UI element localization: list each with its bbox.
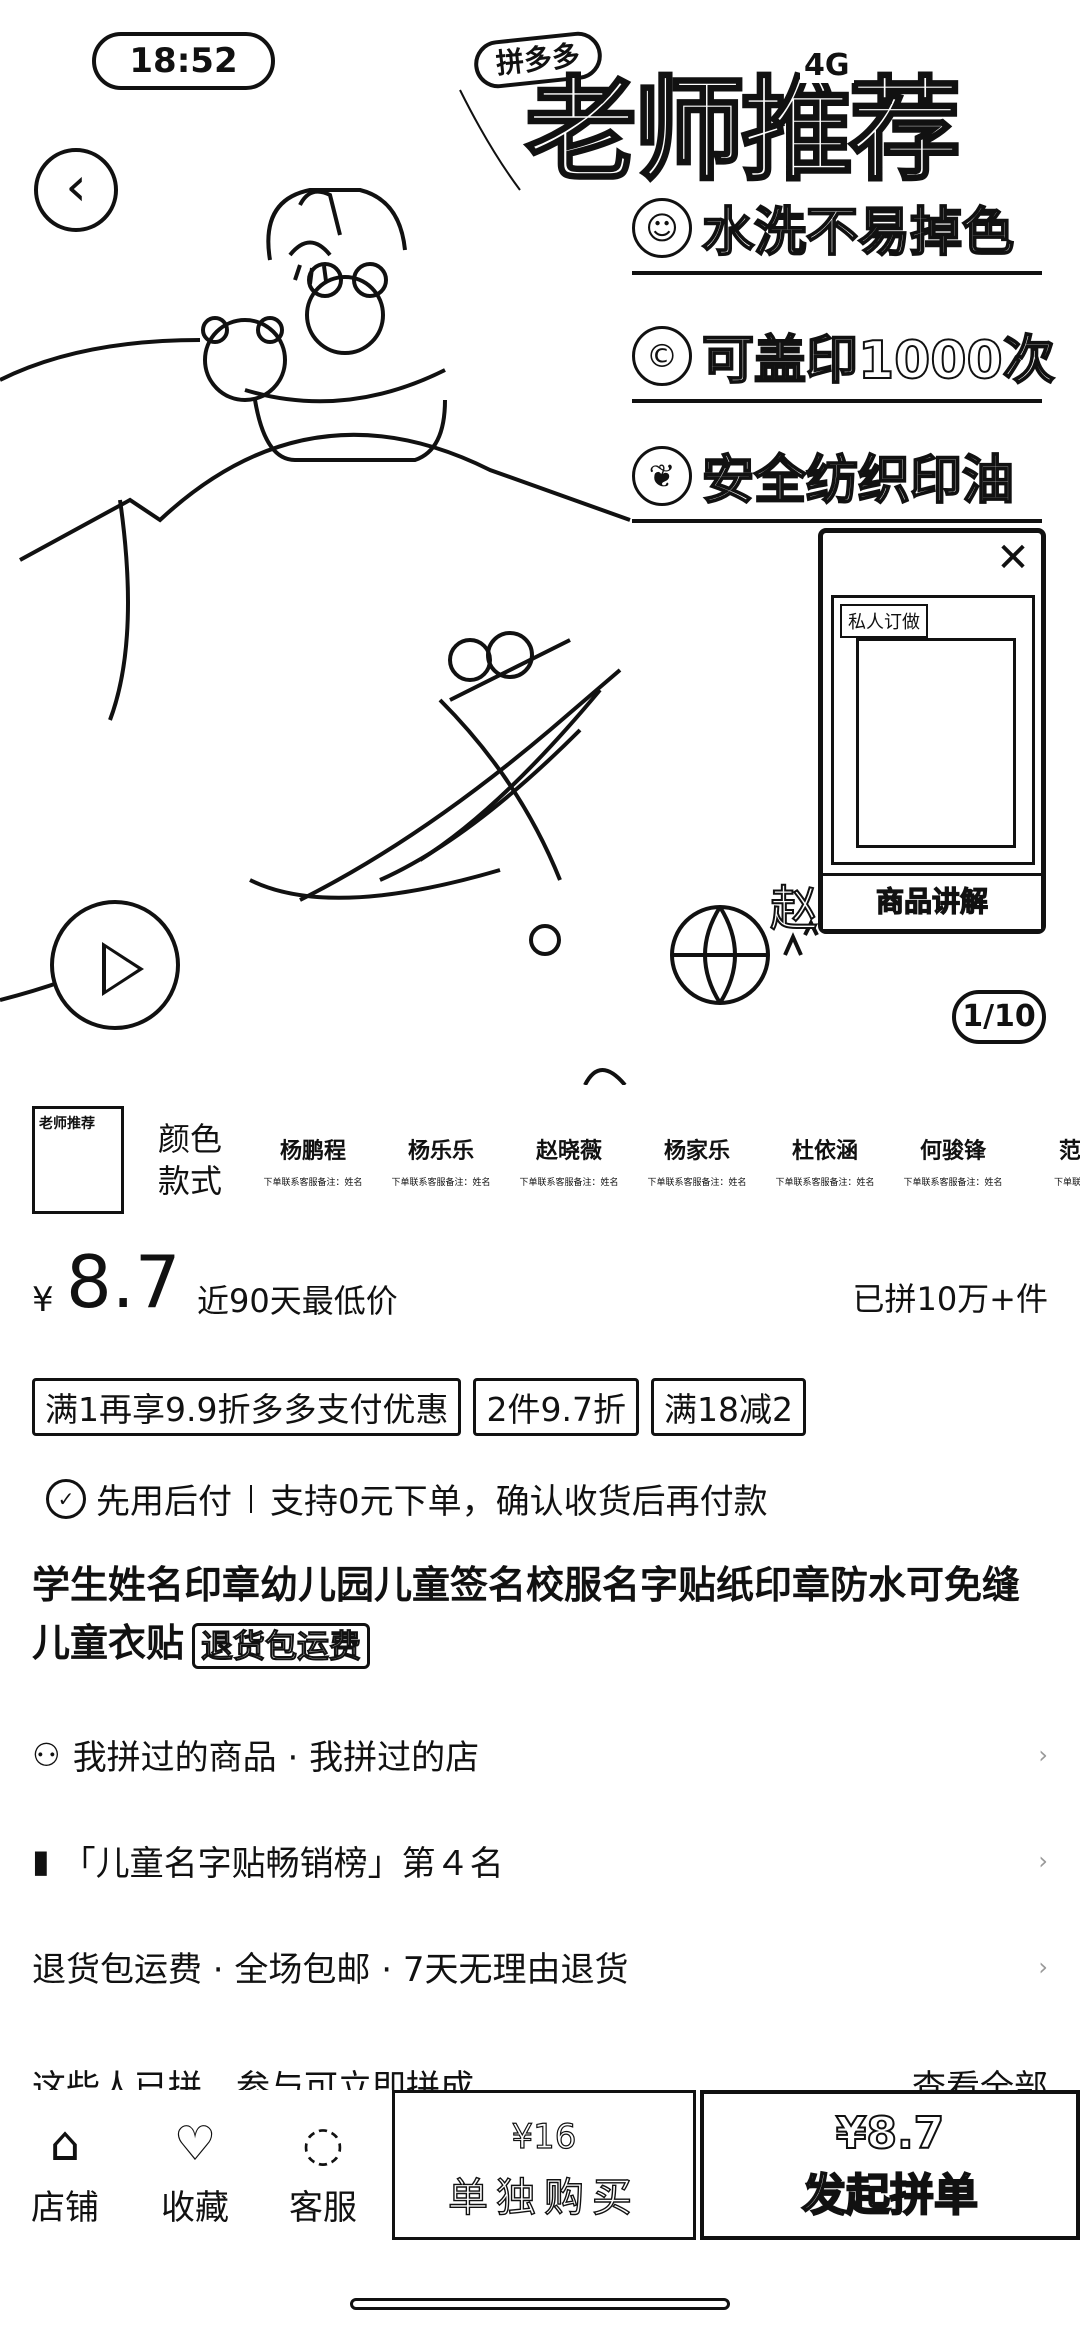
promo-tag[interactable]: 满1再享9.9折多多支付优惠 <box>32 1378 462 1436</box>
bottom-action-bar: ⌂ 店铺 ♡ 收藏 ◌ 客服 ¥16 单独购买 ¥8.7 发起拼单 <box>0 2090 1080 2250</box>
product-explain-label[interactable]: 商品讲解 <box>823 873 1041 929</box>
chevron-right-icon: › <box>1038 1846 1048 1875</box>
favorite-button[interactable]: ♡ 收藏 <box>150 2114 240 2229</box>
price-value: 8.7 <box>66 1240 181 1324</box>
rank-icon: ▮ <box>32 1841 50 1880</box>
close-icon[interactable]: ✕ <box>993 538 1033 579</box>
service-label: 客服 <box>289 2188 357 2228</box>
sku-option-sub: 下单联系客服 <box>1053 1177 1080 1188</box>
customer-service-button[interactable]: ◌ 客服 <box>278 2114 368 2229</box>
sku-label-color: 颜色 <box>158 1120 223 1158</box>
floating-video-window[interactable]: ✕ 私人订做 商品讲解 <box>818 528 1046 934</box>
product-title: 学生姓名印章幼儿园儿童签名校服名字贴纸印章防水可免缝儿童衣贴 退货包运费 <box>32 1556 1052 1672</box>
sku-option-name: 何骏锋 <box>919 1138 986 1164</box>
info-row-text: 退货包运费 · 全场包邮 · 7天无理由退货 <box>32 1950 629 1990</box>
image-page-indicator: 1/10 <box>952 990 1046 1044</box>
divider <box>250 1484 252 1513</box>
home-indicator[interactable] <box>350 2298 730 2310</box>
promo-tag[interactable]: 2件9.7折 <box>473 1378 639 1436</box>
pay-later-label: 先用后付 <box>96 1482 232 1522</box>
status-time: 18:52 <box>92 32 275 90</box>
sku-option-sub: 下单联系客服备注：姓名 <box>519 1177 619 1188</box>
feature-text: 水洗不易掉色 <box>701 202 1015 264</box>
sku-label-style: 款式 <box>158 1162 223 1200</box>
sku-option[interactable]: 何骏锋下单联系客服备注：姓名 <box>898 1133 1008 1188</box>
sku-option-name: 杜依涵 <box>791 1138 858 1164</box>
feature-row: ☺ 水洗不易掉色 <box>632 190 1042 275</box>
sku-option-name: 杨家乐 <box>663 1138 730 1164</box>
chevron-left-icon: ‹ <box>65 155 87 218</box>
sku-option-sub: 下单联系客服备注：姓名 <box>647 1177 747 1188</box>
sku-option-name: 杨鹏程 <box>279 1138 346 1164</box>
ranking-row[interactable]: ▮ 「儿童名字贴畅销榜」第４名 › <box>32 1836 1048 1885</box>
start-group-buy-button[interactable]: ¥8.7 发起拼单 <box>700 2090 1080 2240</box>
sku-option-name: 赵晓薇 <box>535 1138 602 1164</box>
play-icon <box>102 942 144 996</box>
feature-row: © 可盖印1000次 <box>632 318 1056 403</box>
price-row: ¥ 8.7 近90天最低价 已拼10万+件 <box>32 1240 1048 1330</box>
my-purchases-row[interactable]: ⚇ 我拼过的商品 · 我拼过的店 › <box>32 1730 1048 1779</box>
stamp-count-icon: © <box>632 325 692 386</box>
sku-option[interactable]: 杜依涵下单联系客服备注：姓名 <box>770 1133 880 1188</box>
chevron-right-icon: › <box>1038 1740 1048 1769</box>
group-label: 发起拼单 <box>801 2169 979 2222</box>
pay-later-icon: ✓ <box>46 1478 86 1519</box>
sku-thumb-text: 老师推荐 <box>39 1116 95 1132</box>
product-image-gallery[interactable]: 赵 18:52 拼多多 老师推荐 4G ‹ ☺ 水洗不易掉色 © 可盖印1000… <box>0 0 1080 1085</box>
pay-later-desc: 支持0元下单，确认收货后再付款 <box>270 1482 768 1522</box>
leaf-icon: ❦ <box>632 445 692 506</box>
sku-option-name: 杨乐乐 <box>407 1138 474 1164</box>
buy-alone-button[interactable]: ¥16 单独购买 <box>392 2090 696 2240</box>
shop-button[interactable]: ⌂ 店铺 <box>20 2114 110 2229</box>
sku-options: 杨鹏程下单联系客服备注：姓名 杨乐乐下单联系客服备注：姓名 赵晓薇下单联系客服备… <box>258 1133 1080 1188</box>
info-row-text: 我拼过的商品 · 我拼过的店 <box>72 1738 480 1778</box>
favorite-label: 收藏 <box>161 2188 229 2228</box>
people-icon: ⚇ <box>32 1735 61 1774</box>
price-currency: ¥ <box>32 1280 54 1320</box>
network-indicator: 4G <box>800 48 854 83</box>
sku-option[interactable]: 赵晓薇下单联系客服备注：姓名 <box>514 1133 624 1188</box>
shop-label: 店铺 <box>31 2188 99 2228</box>
sku-option[interactable]: 杨家乐下单联系客服备注：姓名 <box>642 1133 752 1188</box>
sku-thumbnail[interactable]: 老师推荐 <box>32 1106 124 1214</box>
sku-option-sub: 下单联系客服备注：姓名 <box>391 1177 491 1188</box>
return-shipping-badge: 退货包运费 <box>192 1622 371 1669</box>
pay-later-row[interactable]: ✓ 先用后付 支持0元下单，确认收货后再付款 <box>46 1474 768 1523</box>
video-frame <box>856 638 1016 848</box>
video-tag: 私人订做 <box>840 604 928 638</box>
sku-option-sub: 下单联系客服备注：姓名 <box>775 1177 875 1188</box>
sku-option-name: 范多 <box>1058 1138 1080 1164</box>
sku-label[interactable]: 颜色 款式 <box>158 1118 238 1202</box>
feature-text: 安全纺织印油 <box>701 450 1015 512</box>
chevron-right-icon: › <box>1038 1952 1048 1981</box>
back-button[interactable]: ‹ <box>34 148 118 232</box>
hero-name-text: 赵 <box>770 881 818 937</box>
promo-tags[interactable]: 满1再享9.9折多多支付优惠 2件9.7折 满18减2 <box>32 1378 806 1436</box>
single-price: ¥16 <box>511 2116 577 2157</box>
sku-option[interactable]: 范多下单联系客服 <box>1026 1133 1080 1188</box>
store-icon: ⌂ <box>49 2116 81 2172</box>
sku-option[interactable]: 杨鹏程下单联系客服备注：姓名 <box>258 1133 368 1188</box>
product-title-text: 学生姓名印章幼儿园儿童签名校服名字贴纸印章防水可免缝儿童衣贴 <box>32 1563 1021 1665</box>
sku-selector[interactable]: 老师推荐 颜色 款式 杨鹏程下单联系客服备注：姓名 杨乐乐下单联系客服备注：姓名… <box>0 1100 1080 1220</box>
sold-count: 已拼10万+件 <box>852 1280 1048 1318</box>
feature-text: 可盖印1000次 <box>701 330 1056 392</box>
single-label: 单独购买 <box>447 2174 640 2221</box>
group-price: ¥8.7 <box>835 2107 946 2160</box>
info-row-text: 「儿童名字贴畅销榜」第４名 <box>61 1844 504 1884</box>
sku-option-sub: 下单联系客服备注：姓名 <box>903 1177 1003 1188</box>
video-thumbnail: 私人订做 <box>831 595 1035 865</box>
hero-title: 老师推荐 <box>524 64 963 198</box>
heart-icon: ♡ <box>173 2116 217 2172</box>
chat-icon: ◌ <box>302 2116 344 2172</box>
feature-row: ❦ 安全纺织印油 <box>632 438 1042 523</box>
service-row[interactable]: 退货包运费 · 全场包邮 · 7天无理由退货 › <box>32 1942 1048 1991</box>
smile-icon: ☺ <box>632 197 692 258</box>
play-video-button[interactable] <box>50 900 180 1030</box>
sku-option-sub: 下单联系客服备注：姓名 <box>263 1177 363 1188</box>
sku-option[interactable]: 杨乐乐下单联系客服备注：姓名 <box>386 1133 496 1188</box>
lowest-price-note: 近90天最低价 <box>197 1282 398 1320</box>
promo-tag[interactable]: 满18减2 <box>650 1378 806 1436</box>
